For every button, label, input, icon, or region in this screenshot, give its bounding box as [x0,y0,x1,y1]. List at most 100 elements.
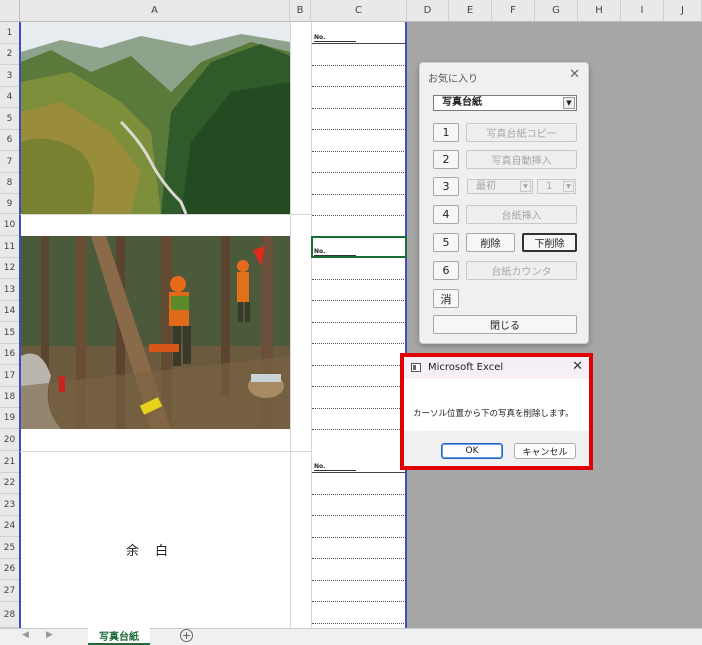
col-header-g[interactable]: G [535,0,578,22]
c-dotted-line [312,107,406,109]
num-button-5[interactable]: 5 [433,233,459,252]
num-button-1[interactable]: 1 [433,123,459,142]
col-header-e[interactable]: E [449,0,492,22]
col-header-c[interactable]: C [311,0,407,22]
photo-number-label: No. [314,34,326,41]
count-dropdown-value: 1 [546,181,553,192]
c-solid-line [312,43,406,44]
auto-insert-button[interactable]: 写真自動挿入 [466,150,577,169]
row-header[interactable]: 24 [0,516,20,537]
col-header-a[interactable]: A [20,0,290,22]
photo-number-label: No. [314,463,326,470]
row-header[interactable]: 14 [0,301,20,322]
row-header[interactable]: 2 [0,44,20,65]
row-header[interactable]: 27 [0,580,20,602]
template-combo[interactable]: 写真台紙 ▼ [433,95,577,111]
c-dotted-line [312,579,406,581]
col-header-j[interactable]: J [664,0,702,22]
num-button-2[interactable]: 2 [433,150,459,169]
favorites-form: お気に入り ✕ 写真台紙 ▼ 1 写真台紙コピー 2 写真自動挿入 3 最初 ▼… [419,62,589,344]
col-header-f[interactable]: F [492,0,535,22]
row-line [20,451,311,452]
row-header[interactable]: 7 [0,151,20,173]
c-dotted-line [312,536,406,538]
sheet-tab-photo-mount[interactable]: 写真台紙 [88,627,150,645]
ok-button[interactable]: OK [441,443,503,459]
row-header[interactable]: 19 [0,408,20,429]
clear-button[interactable]: 消 [433,289,459,308]
row-header[interactable]: 25 [0,537,20,559]
c-dotted-line [312,321,406,323]
col-header-d[interactable]: D [407,0,449,22]
row-header[interactable]: 26 [0,559,20,580]
row-header[interactable]: 28 [0,602,20,628]
row-header[interactable]: 11 [0,236,20,258]
row-header[interactable]: 16 [0,344,20,365]
close-form-button[interactable]: 閉じる [433,315,577,334]
c-dotted-line [312,64,406,66]
c-dotted-line [312,407,406,409]
row-header[interactable]: 15 [0,322,20,344]
row-header[interactable]: 21 [0,451,20,473]
c-dotted-line [312,601,406,602]
delete-below-button[interactable]: 下削除 [522,233,577,252]
c-dotted-line [312,215,406,216]
row-header[interactable]: 6 [0,130,20,151]
row-header[interactable]: 8 [0,173,20,194]
form-close-icon[interactable]: ✕ [569,67,580,82]
c-dotted-line [312,193,406,195]
col-header-i[interactable]: I [621,0,664,22]
messagebox-close-icon[interactable]: ✕ [572,359,583,374]
row-header[interactable]: 13 [0,279,20,301]
photo-forestry-workers[interactable] [21,236,290,429]
c-dotted-line [312,622,406,624]
selected-cell-c11[interactable] [311,236,407,258]
messagebox-text: カーソル位置から下の写真を削除します。 [413,409,574,419]
num-button-3[interactable]: 3 [433,177,459,196]
col-divider [290,22,291,628]
mount-counter-button[interactable]: 台紙カウンタ [466,261,577,280]
photo-number-underline [314,470,356,471]
cancel-button[interactable]: キャンセル [514,443,576,459]
row-header[interactable]: 23 [0,494,20,516]
row-header[interactable]: 1 [0,22,20,44]
row-header[interactable]: 18 [0,387,20,408]
messagebox-highlight: Microsoft Excel ✕ カーソル位置から下の写真を削除します。 OK… [400,353,593,470]
row-header[interactable]: 9 [0,194,20,214]
row-header[interactable]: 3 [0,65,20,87]
messagebox-body [404,379,589,431]
messagebox-title: Microsoft Excel [428,362,504,373]
insert-mount-button[interactable]: 台紙挿入 [466,205,577,224]
row-header[interactable]: 22 [0,473,20,494]
combo-arrow-icon[interactable]: ▼ [563,97,575,109]
dropdown-arrow-icon[interactable]: ▼ [520,181,531,192]
first-dropdown[interactable]: 最初 ▼ [467,179,533,194]
tab-prev-icon[interactable]: ◀ [22,630,29,640]
c-dotted-line [312,343,406,344]
col-header-b[interactable]: B [290,0,311,22]
messagebox-titlebar: Microsoft Excel ✕ [404,357,589,379]
add-sheet-icon[interactable]: + [180,629,193,642]
delete-button[interactable]: 削除 [466,233,515,252]
select-all-corner[interactable] [0,0,20,22]
yohaku-text: 余白 [125,544,184,559]
count-dropdown[interactable]: 1 ▼ [537,179,576,194]
c-dotted-line [312,278,406,280]
num-button-4[interactable]: 4 [433,205,459,224]
tab-next-icon[interactable]: ▶ [46,630,53,640]
row-line [20,214,311,215]
row-header[interactable]: 17 [0,365,20,387]
row-header[interactable]: 5 [0,108,20,130]
copy-mount-button[interactable]: 写真台紙コピー [466,123,577,142]
dropdown-arrow-icon[interactable]: ▼ [563,181,574,192]
c-dotted-line [312,515,406,516]
c-dotted-line [312,558,406,559]
row-header[interactable]: 12 [0,258,20,279]
row-header[interactable]: 20 [0,429,20,451]
col-header-h[interactable]: H [578,0,621,22]
photo-forest-valley[interactable] [21,22,290,214]
num-button-6[interactable]: 6 [433,261,459,280]
row-header[interactable]: 4 [0,87,20,108]
row-header[interactable]: 10 [0,214,20,236]
c-dotted-line [312,300,406,301]
